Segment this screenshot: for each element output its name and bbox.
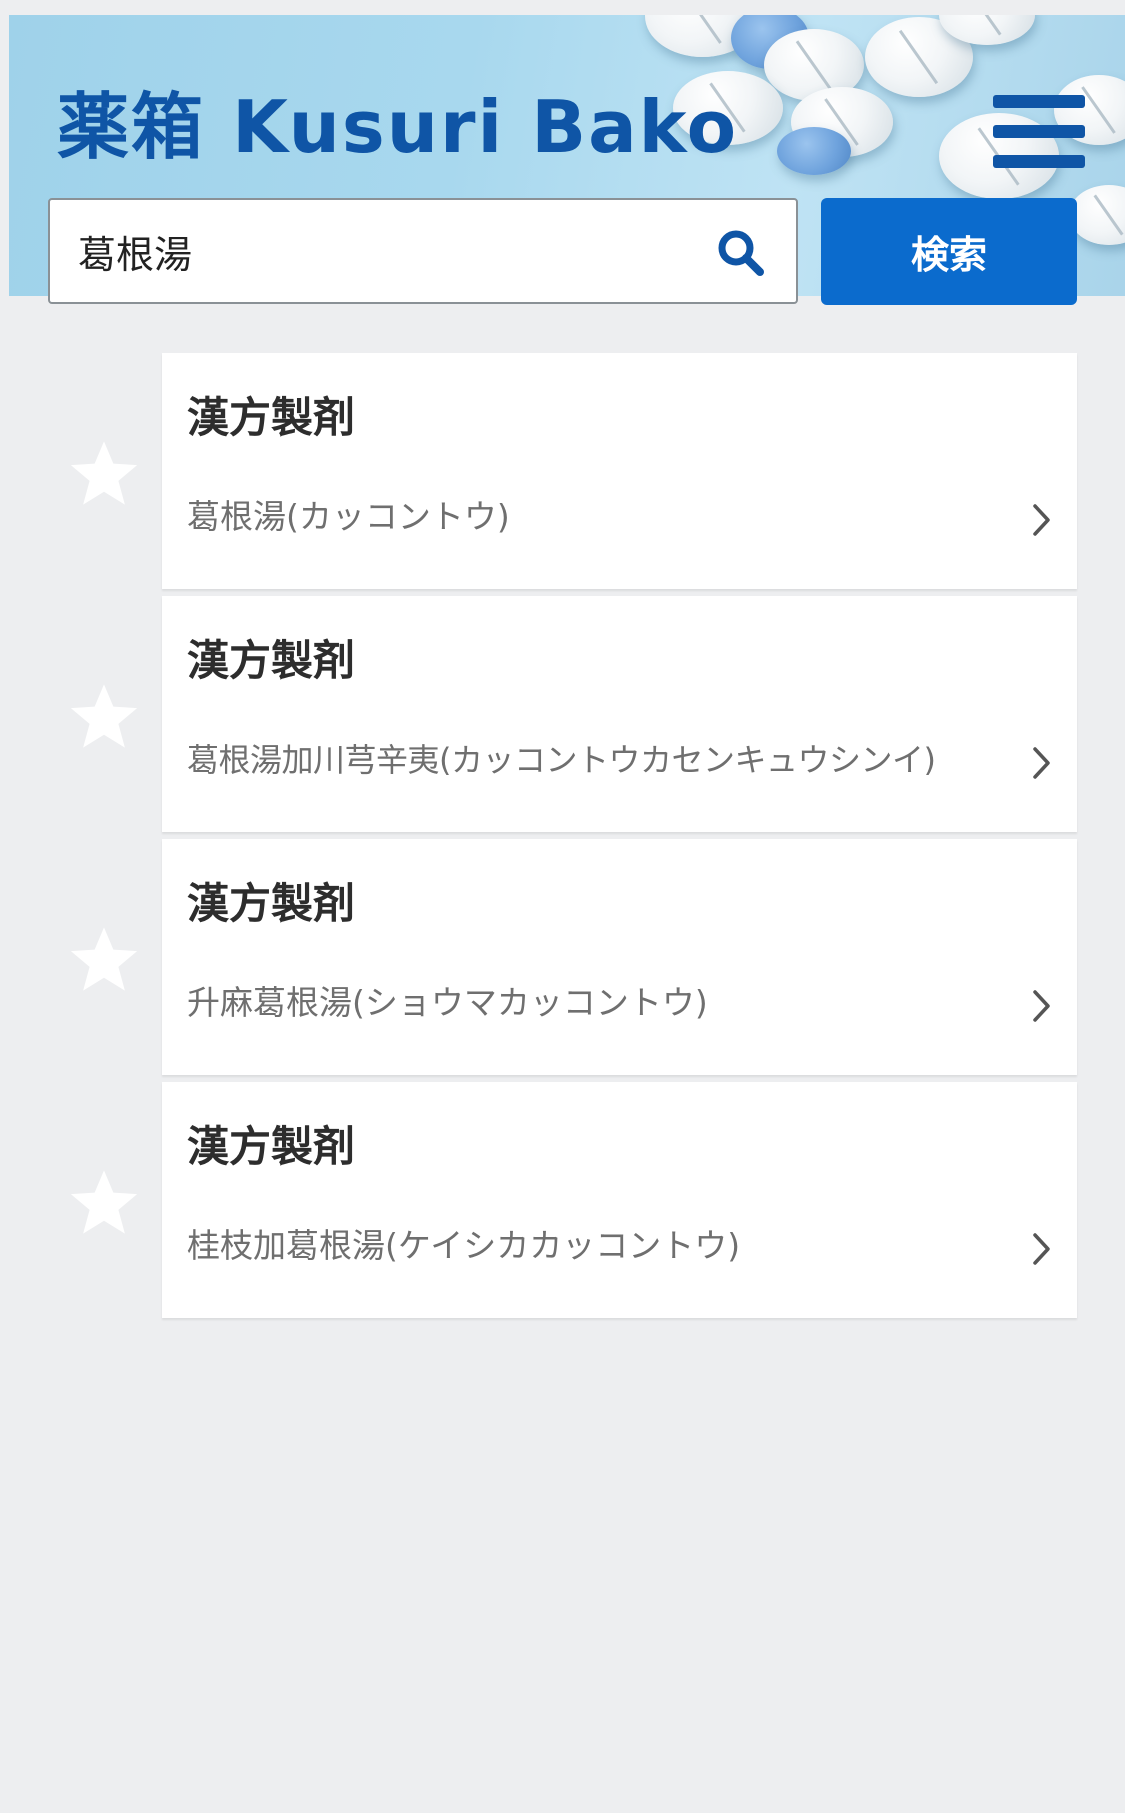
chevron-right-icon (1033, 504, 1050, 536)
result-row: 漢方製剤 桂枝加葛根湯(ケイシカカッコントウ) (0, 1082, 1125, 1320)
result-card[interactable]: 漢方製剤 桂枝加葛根湯(ケイシカカッコントウ) (162, 1082, 1077, 1318)
result-row: 漢方製剤 葛根湯(カッコントウ) (0, 353, 1125, 591)
app-title: 薬箱 Kusuri Bako (57, 85, 739, 169)
result-category: 漢方製剤 (187, 1122, 356, 1171)
menu-bar (993, 95, 1085, 108)
result-card[interactable]: 漢方製剤 升麻葛根湯(ショウマカッコントウ) (162, 839, 1077, 1075)
search-icon[interactable] (716, 228, 766, 278)
result-category: 漢方製剤 (187, 393, 356, 442)
menu-bar (993, 155, 1085, 168)
result-name: 葛根湯加川芎辛夷(カッコントウカセンキュウシンイ) (187, 741, 936, 779)
star-icon[interactable] (68, 1166, 140, 1238)
chevron-right-icon (1033, 1233, 1050, 1265)
result-name: 升麻葛根湯(ショウマカッコントウ) (187, 983, 708, 1022)
result-card[interactable]: 漢方製剤 葛根湯加川芎辛夷(カッコントウカセンキュウシンイ) (162, 596, 1077, 832)
hamburger-menu-icon[interactable] (993, 93, 1085, 171)
search-button[interactable]: 検索 (821, 198, 1077, 305)
result-row: 漢方製剤 升麻葛根湯(ショウマカッコントウ) (0, 839, 1125, 1077)
search-input[interactable] (78, 200, 678, 302)
chevron-right-icon (1033, 990, 1050, 1022)
search-box (48, 198, 798, 304)
star-icon[interactable] (68, 923, 140, 995)
pill-decoration (777, 127, 851, 175)
result-row: 漢方製剤 葛根湯加川芎辛夷(カッコントウカセンキュウシンイ) (0, 596, 1125, 834)
result-name: 葛根湯(カッコントウ) (187, 497, 510, 536)
star-icon[interactable] (68, 437, 140, 509)
result-card[interactable]: 漢方製剤 葛根湯(カッコントウ) (162, 353, 1077, 589)
result-name: 桂枝加葛根湯(ケイシカカッコントウ) (187, 1226, 741, 1265)
menu-bar (993, 125, 1085, 138)
chevron-right-icon (1033, 747, 1050, 779)
pill-decoration (1069, 185, 1125, 245)
star-icon[interactable] (68, 680, 140, 752)
result-category: 漢方製剤 (187, 879, 356, 928)
result-category: 漢方製剤 (187, 636, 356, 685)
